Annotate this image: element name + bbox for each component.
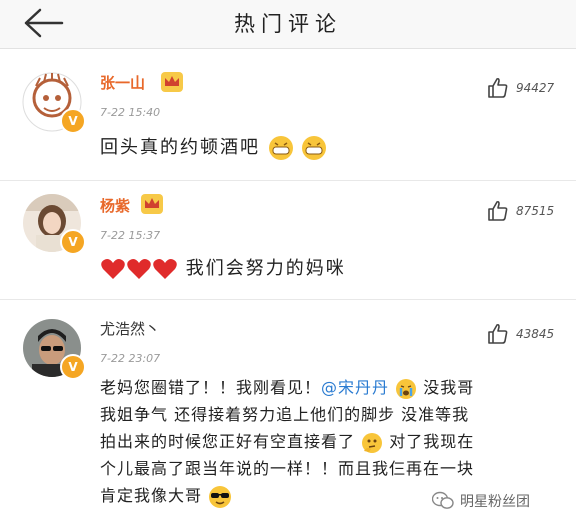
grin-emoji-icon	[302, 136, 327, 160]
page-title: 热门评论	[234, 12, 342, 36]
comment-line: 老妈您圈错了！！我刚看见！@宋丹丹 没我哥	[100, 374, 570, 401]
comment-body: 回头真的约顿酒吧	[100, 137, 260, 158]
verified-badge-icon: V	[60, 108, 86, 134]
comment-text: 我们会努力的妈咪	[100, 255, 346, 283]
verified-badge-icon: V	[60, 354, 86, 380]
heart-emoji-icon	[127, 259, 151, 279]
thinking-emoji-icon	[362, 432, 383, 453]
like-button[interactable]: 87515	[486, 199, 554, 223]
thumbs-up-icon	[488, 77, 508, 98]
comment-body: 拍出来的时候您正好有空直接看了	[100, 432, 356, 451]
comment-time: 7-22 23:07	[100, 352, 161, 365]
comment-body: 肯定我像大哥	[100, 486, 203, 505]
comment-time: 7-22 15:37	[100, 229, 161, 242]
comment-time: 7-22 15:40	[100, 106, 161, 119]
comment-body: 老妈您圈错了！！我刚看见！	[100, 378, 322, 397]
wechat-icon	[432, 491, 454, 509]
like-button[interactable]: 94427	[486, 76, 554, 100]
sunglasses-emoji-icon	[209, 485, 232, 508]
heart-emoji-icon	[101, 259, 125, 279]
comment-item: V 杨紫 7-22 15:37 87515 我们会努力的妈咪	[0, 181, 576, 300]
comment-text: 回头真的约顿酒吧	[100, 134, 327, 162]
heart-emoji-icon	[153, 259, 177, 279]
watermark: 明星粉丝团	[432, 489, 530, 513]
like-button[interactable]: 43845	[486, 322, 554, 346]
comment-body: 对了我现在	[389, 432, 475, 451]
comment-line: 拍出来的时候您正好有空直接看了 对了我现在	[100, 428, 570, 455]
comment-line: 个儿最高了跟当年说的一样！！而且我仨再在一块	[100, 459, 475, 478]
verified-badge-icon: V	[60, 229, 86, 255]
grin-emoji-icon	[268, 136, 293, 160]
comment-username[interactable]: 张一山	[100, 72, 145, 93]
mention-link[interactable]: @宋丹丹	[321, 378, 389, 397]
like-count: 43845	[516, 327, 555, 341]
like-count: 87515	[516, 204, 555, 218]
comment-item: V 张一山 7-22 15:40 94427 回头真的约顿酒吧	[0, 60, 576, 181]
avatar[interactable]: V	[22, 318, 86, 380]
top-nav-bar: 热门评论	[0, 0, 576, 49]
comment-username[interactable]: 杨紫	[100, 195, 130, 216]
avatar[interactable]: V	[22, 72, 86, 134]
crown-icon	[141, 194, 163, 214]
comment-body: 我们会努力的妈咪	[185, 258, 346, 279]
like-count: 94427	[516, 81, 555, 95]
crown-icon	[161, 72, 183, 92]
thumbs-up-icon	[488, 200, 508, 221]
thumbs-up-icon	[488, 323, 508, 344]
comment-body: 没我哥	[423, 378, 475, 397]
crying-emoji-icon	[396, 378, 417, 399]
watermark-text: 明星粉丝团	[460, 494, 530, 510]
comment-username[interactable]: 尤浩然丶	[100, 318, 160, 339]
avatar[interactable]: V	[22, 193, 86, 255]
comment-line: 我姐争气 还得接着努力追上他们的脚步 没准等我	[100, 405, 470, 424]
